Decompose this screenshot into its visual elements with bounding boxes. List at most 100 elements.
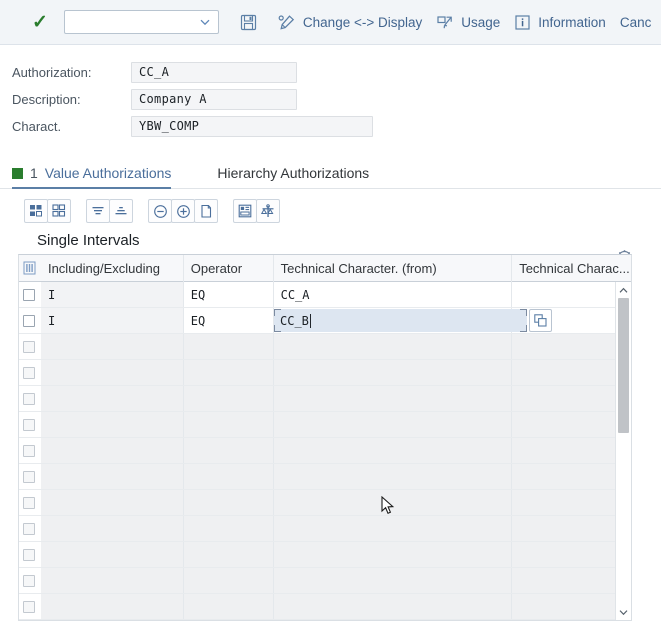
- cell-operator[interactable]: [184, 594, 274, 619]
- cell-including-excluding[interactable]: [41, 516, 184, 541]
- save-button[interactable]: [233, 10, 271, 35]
- scroll-thumb[interactable]: [618, 298, 629, 433]
- row-select-checkbox-cell[interactable]: [19, 438, 41, 463]
- technical-from-input[interactable]: CC_B: [274, 309, 552, 332]
- row-select-checkbox-cell[interactable]: [19, 594, 41, 619]
- row-select-checkbox-cell[interactable]: [19, 334, 41, 359]
- cell-technical-from[interactable]: [274, 542, 513, 567]
- row-select-checkbox-cell[interactable]: [19, 542, 41, 567]
- cell-including-excluding[interactable]: [41, 490, 184, 515]
- cell-technical-from[interactable]: [274, 516, 513, 541]
- cell-including-excluding[interactable]: [41, 386, 184, 411]
- row-select-checkbox-cell[interactable]: [19, 464, 41, 489]
- scroll-down-button[interactable]: [616, 604, 632, 620]
- row-checkbox[interactable]: [23, 314, 35, 327]
- cell-including-excluding[interactable]: [41, 412, 184, 437]
- row-checkbox[interactable]: [23, 366, 35, 379]
- table-row[interactable]: [19, 490, 631, 516]
- column-header-technical-to[interactable]: Technical Charac...: [512, 255, 631, 282]
- cell-operator[interactable]: [184, 490, 274, 515]
- row-checkbox[interactable]: [23, 548, 35, 561]
- row-select-checkbox-cell[interactable]: [19, 516, 41, 541]
- cell-including-excluding[interactable]: [41, 360, 184, 385]
- table-row[interactable]: [19, 386, 631, 412]
- cell-operator[interactable]: [184, 542, 274, 567]
- cell-operator[interactable]: EQ: [184, 308, 274, 333]
- table-row[interactable]: [19, 412, 631, 438]
- row-checkbox[interactable]: [23, 522, 35, 535]
- description-field[interactable]: Company A: [131, 88, 297, 110]
- cell-technical-from[interactable]: [274, 360, 513, 385]
- cell-technical-to[interactable]: [512, 334, 631, 359]
- value-help-button[interactable]: [529, 309, 552, 332]
- authorization-field[interactable]: CC_A: [131, 61, 297, 83]
- cell-including-excluding[interactable]: I: [40, 308, 184, 333]
- sort-ascending-button[interactable]: [109, 199, 133, 223]
- cell-operator[interactable]: [184, 412, 274, 437]
- row-checkbox[interactable]: [23, 340, 35, 353]
- cell-technical-from[interactable]: [274, 412, 513, 437]
- column-settings-icon[interactable]: [19, 255, 41, 282]
- usage-button[interactable]: Usage: [429, 10, 507, 35]
- check-icon[interactable]: ✓: [32, 13, 48, 32]
- cell-technical-to[interactable]: [512, 464, 631, 489]
- cell-technical-to[interactable]: [512, 438, 631, 463]
- cell-technical-to[interactable]: [512, 412, 631, 437]
- scroll-track[interactable]: [618, 298, 629, 604]
- cell-technical-to[interactable]: [512, 516, 631, 541]
- table-row[interactable]: [19, 464, 631, 490]
- cell-technical-from[interactable]: [274, 464, 513, 489]
- table-row[interactable]: [19, 516, 631, 542]
- cell-technical-from[interactable]: CC_A: [274, 282, 513, 307]
- cell-including-excluding[interactable]: [41, 594, 184, 619]
- cell-including-excluding[interactable]: [41, 464, 184, 489]
- column-header-technical-from[interactable]: Technical Character. (from): [274, 254, 513, 282]
- cell-technical-to[interactable]: [512, 490, 631, 515]
- tab-value-authorizations[interactable]: 1 Value Authorizations: [12, 165, 179, 189]
- table-row[interactable]: [19, 334, 631, 360]
- scroll-up-button[interactable]: [616, 282, 632, 298]
- collapse-all-button[interactable]: [47, 199, 71, 223]
- cell-technical-from[interactable]: [274, 568, 513, 593]
- table-row[interactable]: [19, 360, 631, 386]
- cell-operator[interactable]: [184, 438, 274, 463]
- row-checkbox[interactable]: [23, 392, 35, 405]
- row-checkbox[interactable]: [23, 444, 35, 457]
- change-display-button[interactable]: Change <-> Display: [271, 10, 429, 35]
- row-checkbox[interactable]: [23, 496, 35, 509]
- cell-operator[interactable]: [184, 568, 274, 593]
- cell-operator[interactable]: EQ: [184, 282, 274, 307]
- cancel-button[interactable]: Canc: [613, 11, 659, 34]
- cell-technical-from[interactable]: [274, 386, 513, 411]
- column-header-operator[interactable]: Operator: [184, 254, 274, 282]
- cell-technical-to[interactable]: [512, 282, 631, 307]
- cell-operator[interactable]: [184, 334, 274, 359]
- cell-technical-to[interactable]: [512, 360, 631, 385]
- row-select-checkbox-cell[interactable]: [19, 568, 41, 593]
- cell-technical-from[interactable]: [274, 594, 513, 619]
- information-button[interactable]: Information: [507, 10, 613, 35]
- row-select-checkbox-cell[interactable]: [19, 360, 41, 385]
- table-vertical-scrollbar[interactable]: [615, 282, 631, 620]
- cell-including-excluding[interactable]: I: [40, 282, 184, 307]
- table-row[interactable]: [19, 542, 631, 568]
- table-row[interactable]: I EQ CC_A: [19, 282, 631, 308]
- cell-technical-to[interactable]: [512, 542, 631, 567]
- row-select-checkbox-cell[interactable]: [19, 308, 41, 333]
- copy-row-button[interactable]: [194, 199, 218, 223]
- charact-field[interactable]: YBW_COMP: [131, 115, 373, 137]
- cell-including-excluding[interactable]: [41, 542, 184, 567]
- cell-technical-from[interactable]: [274, 438, 513, 463]
- sort-descending-button[interactable]: [86, 199, 110, 223]
- row-select-checkbox-cell[interactable]: [19, 490, 41, 515]
- expand-all-button[interactable]: [24, 199, 48, 223]
- table-row[interactable]: [19, 594, 631, 620]
- layout-button[interactable]: [233, 199, 257, 223]
- table-row[interactable]: I EQ CC_B: [19, 308, 631, 334]
- column-header-including-excluding[interactable]: Including/Excluding: [41, 254, 184, 282]
- table-row[interactable]: [19, 568, 631, 594]
- toolbar-select[interactable]: [63, 10, 219, 34]
- cell-technical-to[interactable]: [512, 594, 631, 619]
- row-checkbox[interactable]: [23, 600, 35, 613]
- cell-technical-from[interactable]: [274, 334, 513, 359]
